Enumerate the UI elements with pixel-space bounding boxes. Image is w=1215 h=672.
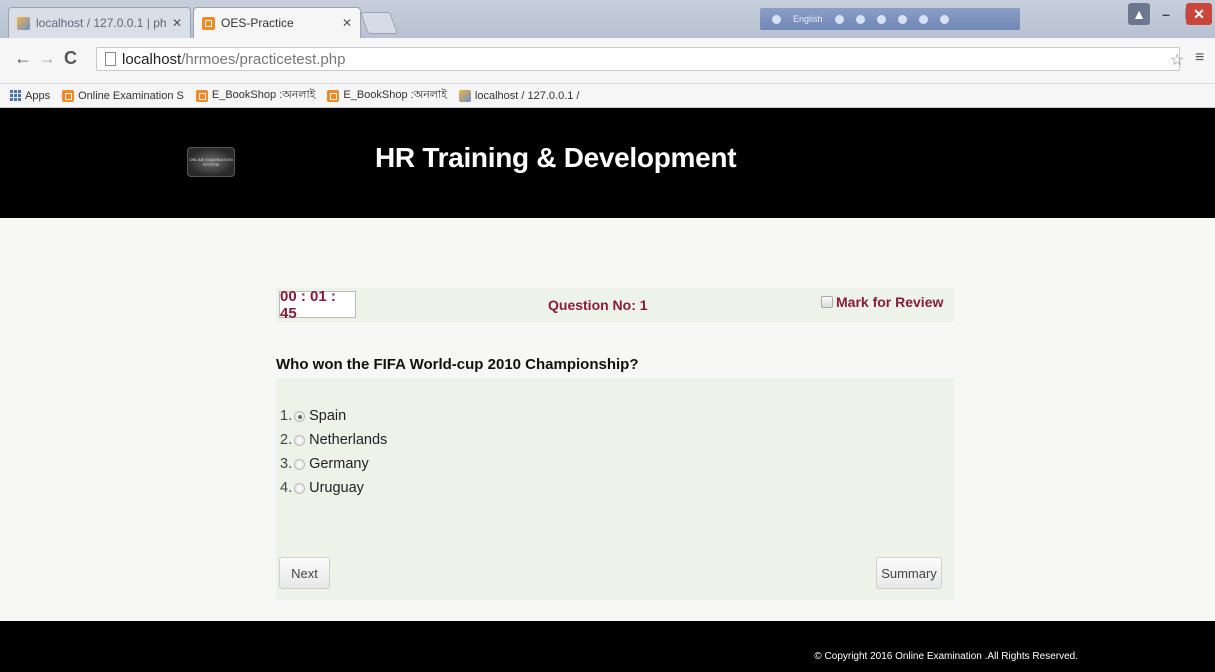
- tray-icon: [939, 14, 949, 24]
- radio-button[interactable]: [294, 410, 306, 422]
- minimize-button[interactable]: –: [1152, 3, 1180, 25]
- tray-language: English: [793, 14, 823, 24]
- countdown-timer: 00 : 01 : 45: [279, 288, 356, 322]
- tab-oes-practice[interactable]: OES-Practice ✕: [193, 7, 361, 38]
- option-number: 3.: [280, 456, 293, 472]
- option-netherlands[interactable]: 2. Netherlands: [280, 432, 387, 448]
- option-number: 4.: [280, 480, 293, 496]
- radio-button[interactable]: [294, 434, 306, 446]
- tray-icon: [855, 14, 865, 24]
- bookmark-label: Online Examination S: [78, 89, 184, 102]
- system-tray: English: [760, 8, 1020, 30]
- bookmark-label: Apps: [25, 89, 51, 102]
- back-arrow-icon[interactable]: ←: [14, 48, 32, 69]
- page-content: ONLINE EXAMINATION SYSTEM HR Training & …: [0, 108, 1215, 672]
- phpmyadmin-icon: [458, 89, 471, 102]
- tray-icon: [918, 14, 928, 24]
- mark-for-review-label: Mark for Review: [836, 294, 944, 310]
- oes-icon: [327, 89, 340, 102]
- new-tab-button[interactable]: [359, 12, 399, 34]
- option-germany[interactable]: 3. Germany: [280, 456, 369, 472]
- radio-button[interactable]: [294, 458, 306, 470]
- oes-icon: [62, 89, 75, 102]
- user-profile-icon[interactable]: ▲: [1128, 3, 1150, 25]
- tab-phpmyadmin[interactable]: localhost / 127.0.0.1 | php ✕: [8, 7, 191, 38]
- menu-icon[interactable]: ≡: [1195, 49, 1204, 67]
- tray-icon: [834, 14, 844, 24]
- option-spain[interactable]: 1. Spain: [280, 408, 346, 424]
- bookmark-label: localhost / 127.0.0.1 /: [474, 89, 580, 102]
- option-label: Spain: [309, 408, 347, 424]
- bookmark-ebookshop[interactable]: E_BookShop :অনলাই: [195, 86, 316, 105]
- option-number: 2.: [280, 432, 293, 448]
- review-checkbox[interactable]: [821, 296, 833, 308]
- url-host: localhost: [122, 50, 182, 68]
- bookmarks-bar: Apps Online Examination S E_BookShop :অন…: [0, 84, 1215, 108]
- oes-icon: [202, 16, 215, 30]
- bookmark-star-icon[interactable]: ☆: [1170, 50, 1184, 70]
- bookmark-ebookshop-2[interactable]: E_BookShop :অনলাই: [327, 86, 447, 105]
- options-list: 1. Spain 2. Netherlands 3. Germany 4. Ur…: [276, 378, 954, 544]
- close-icon[interactable]: ✕: [342, 16, 352, 30]
- reload-icon[interactable]: C: [64, 48, 77, 69]
- question-number: Question No: 1: [548, 297, 648, 313]
- option-label: Uruguay: [309, 480, 364, 496]
- bookmark-apps[interactable]: Apps: [10, 90, 50, 102]
- mark-for-review-toggle[interactable]: Mark for Review: [821, 294, 943, 310]
- window-close-button[interactable]: ✕: [1186, 3, 1212, 25]
- tray-icon: [772, 14, 781, 24]
- page-icon: [105, 52, 116, 66]
- oes-icon: [195, 89, 208, 102]
- browser-tab-bar: localhost / 127.0.0.1 | php ✕ OES-Practi…: [0, 0, 1215, 38]
- bookmark-localhost[interactable]: localhost / 127.0.0.1 /: [458, 89, 580, 102]
- page-title: HR Training & Development: [375, 142, 737, 173]
- bookmark-label: E_BookShop :অনলাই: [343, 89, 447, 101]
- tray-icon: [876, 14, 886, 24]
- phpmyadmin-icon: [17, 16, 30, 30]
- radio-button[interactable]: [294, 482, 306, 494]
- option-label: Germany: [309, 456, 369, 472]
- next-button[interactable]: Next: [279, 557, 330, 589]
- forward-arrow-icon[interactable]: →: [38, 48, 56, 69]
- tab-title: OES-Practice: [221, 16, 294, 30]
- url-path: /hrmoes/practicetest.php: [181, 50, 346, 68]
- option-label: Netherlands: [309, 432, 388, 448]
- question-text: Who won the FIFA World-cup 2010 Champion…: [276, 356, 639, 373]
- option-number: 1.: [280, 408, 293, 424]
- tray-icon: [897, 14, 907, 24]
- navigation-row: Next Summary: [276, 544, 954, 600]
- close-icon[interactable]: ✕: [172, 16, 182, 30]
- summary-button[interactable]: Summary: [876, 557, 942, 589]
- bookmark-online-exam[interactable]: Online Examination S: [62, 89, 184, 102]
- site-header: ONLINE EXAMINATION SYSTEM HR Training & …: [0, 108, 1215, 218]
- url-bar[interactable]: localhost/hrmoes/practicetest.php: [96, 47, 1180, 71]
- site-logo: ONLINE EXAMINATION SYSTEM: [187, 147, 235, 177]
- option-uruguay[interactable]: 4. Uruguay: [280, 480, 364, 496]
- apps-grid-icon: [10, 90, 21, 101]
- exam-status-bar: 00 : 01 : 45 Question No: 1 Mark for Rev…: [276, 288, 954, 322]
- tab-title: localhost / 127.0.0.1 | php: [36, 16, 166, 30]
- site-footer: © Copyright 2016 Online Examination .All…: [0, 621, 1215, 672]
- bookmark-label: E_BookShop :অনলাই: [211, 89, 316, 101]
- copyright-text: © Copyright 2016 Online Examination .All…: [814, 651, 1078, 662]
